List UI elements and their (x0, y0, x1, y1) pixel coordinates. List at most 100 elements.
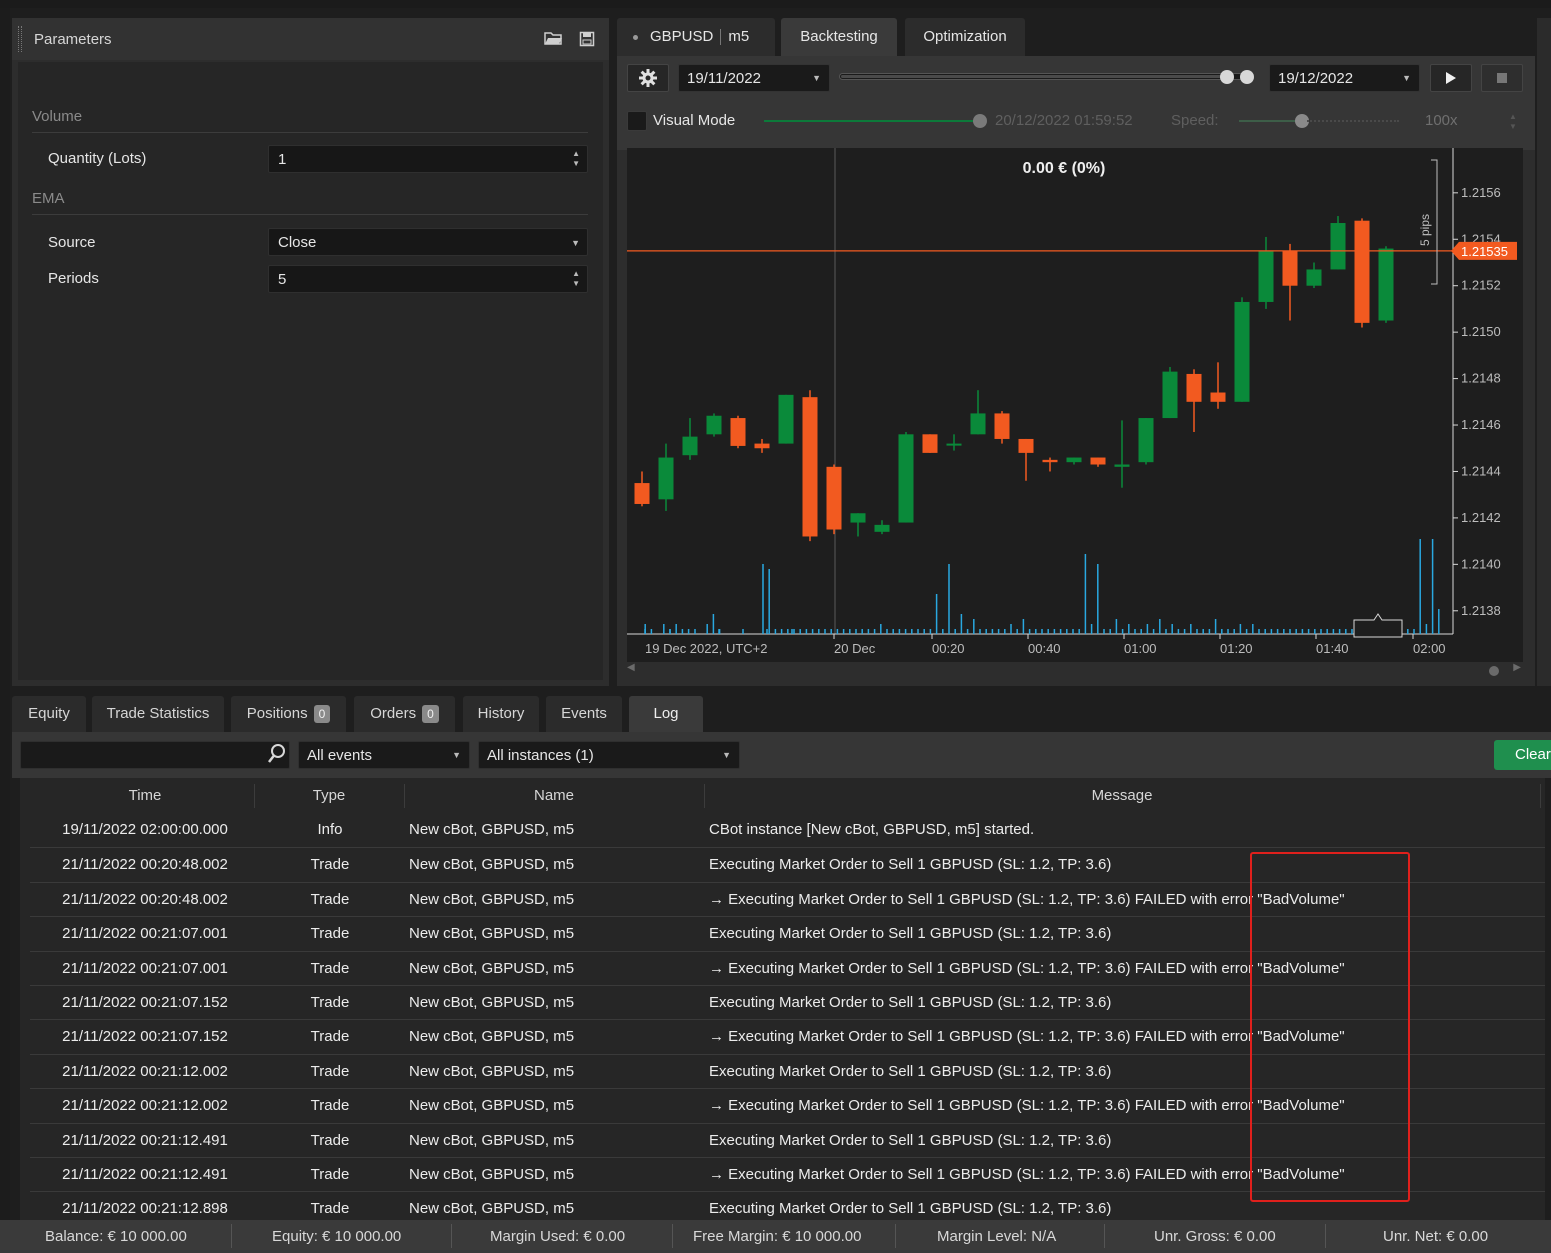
log-name-cell: New cBot, GBPUSD, m5 (409, 1166, 575, 1183)
source-label: Source (48, 234, 96, 251)
tab-trade-statistics[interactable]: Trade Statistics (92, 696, 224, 732)
table-row[interactable]: 21/11/2022 00:21:07.152 Trade New cBot, GB… (30, 1019, 1545, 1053)
log-type-cell: Trade (310, 1200, 350, 1218)
chevron-down-icon: ▼ (812, 73, 821, 83)
spinner-icon[interactable]: ▲ ▼ (572, 269, 580, 289)
price-chart[interactable]: 1.2156 1.2154 1.2152 1.2150 1.2148 1.2146 1.21… (627, 148, 1523, 674)
candle-body (1114, 464, 1130, 467)
log-message-cell: Executing Market Order to Sell 1 GBPUSD … (709, 1131, 1112, 1149)
tab-orders[interactable]: Orders 0 (354, 696, 455, 732)
table-row[interactable]: 21/11/2022 00:21:12.491 Trade New cBot, GB… (30, 1157, 1545, 1191)
table-row[interactable]: 21/11/2022 00:20:48.002 Trade New cBot, GB… (30, 847, 1545, 881)
candle-body (922, 434, 938, 453)
x-tick-label: 00:20 (932, 641, 965, 656)
drag-grip-icon[interactable] (18, 26, 22, 52)
stop-button[interactable] (1481, 64, 1523, 92)
log-message-cell: → Executing Market Order to Sell 1 GBPUS… (709, 1166, 1345, 1183)
log-type-cell: Trade (310, 994, 350, 1011)
candle-body (658, 457, 674, 500)
status-divider (451, 1224, 452, 1248)
spinner-icon[interactable]: ▲ ▼ (572, 149, 580, 169)
chart-horizontal-scrollbar[interactable]: ◀ ▶ (627, 662, 1523, 678)
periods-stepper[interactable]: 5 ▲ ▼ (268, 265, 588, 293)
speed-slider-track[interactable] (1239, 120, 1299, 122)
log-time-cell: 21/11/2022 00:21:07.001 (62, 959, 228, 977)
range-start-handle[interactable] (1220, 70, 1234, 84)
date-range-slider[interactable] (839, 73, 1253, 80)
column-divider[interactable] (1540, 784, 1541, 808)
source-select[interactable]: Close ▼ (268, 228, 588, 256)
scroll-right-icon[interactable]: ▶ (1513, 662, 1521, 673)
status-divider (1325, 1224, 1326, 1248)
range-end-handle[interactable] (1240, 70, 1254, 84)
y-tick-label: 1.2150 (1461, 324, 1501, 339)
log-name-cell: New cBot, GBPUSD, m5 (409, 890, 575, 908)
table-row[interactable]: 21/11/2022 00:21:07.001 Trade New cBot, GB… (30, 916, 1545, 950)
results-tabbar: Equity Trade Statistics Positions 0 Order… (12, 694, 1551, 732)
scroll-left-icon[interactable]: ◀ (627, 662, 635, 673)
visual-mode-checkbox[interactable] (627, 111, 647, 131)
candle-body (1210, 392, 1226, 402)
column-header-time[interactable]: Time (20, 787, 270, 804)
search-input[interactable] (20, 741, 290, 769)
candle-body (634, 483, 650, 504)
table-row[interactable]: 19/11/2022 02:00:00.000 Info New cBot, GBP… (30, 813, 1545, 847)
log-message-cell: Executing Market Order to Sell 1 GBPUSD … (709, 925, 1112, 943)
table-row[interactable]: 21/11/2022 00:21:12.002 Trade New cBot, GB… (30, 1088, 1545, 1122)
column-header-type[interactable]: Type (254, 787, 404, 804)
table-row[interactable]: 21/11/2022 00:21:12.898 Trade New cBot, GB… (30, 1191, 1545, 1220)
status-unr-gross: Unr. Gross: € 0.00 (1154, 1228, 1276, 1245)
log-table: Time Type Name Message 19/11/2022 02:00:… (20, 778, 1545, 1220)
table-row[interactable]: 21/11/2022 00:21:07.001 Trade New cBot, GB… (30, 950, 1545, 985)
speed-label: Speed: (1171, 112, 1219, 129)
quantity-label: Quantity (Lots) (48, 150, 147, 167)
column-header-message[interactable]: Message (704, 787, 1540, 804)
visual-current-time: 20/12/2022 01:59:52 (995, 112, 1133, 129)
tab-orders-label: Orders (370, 705, 417, 722)
visual-progress-handle[interactable] (973, 114, 987, 128)
candle-body (802, 397, 818, 537)
tab-symbol[interactable]: GBPUSD m5 (617, 18, 775, 56)
tab-optimization[interactable]: Optimization (905, 18, 1025, 56)
candle-body (1378, 248, 1394, 321)
tab-history[interactable]: History (463, 696, 539, 732)
spinner-icon: ▲ ▼ (1509, 112, 1517, 131)
quantity-stepper[interactable]: 1 ▲ ▼ (268, 145, 588, 173)
scroll-thumb[interactable] (1489, 666, 1499, 676)
instance-filter-select[interactable]: All instances (1) ▼ (478, 741, 740, 769)
playhead-marker[interactable] (1353, 613, 1403, 638)
tab-equity[interactable]: Equity (12, 696, 86, 732)
save-icon[interactable] (577, 31, 597, 47)
end-date-value: 19/12/2022 (1278, 70, 1354, 87)
tab-events[interactable]: Events (546, 696, 622, 732)
backtest-panel: GBPUSD m5 Backtesting Optimization 19/11/… (617, 18, 1535, 686)
tab-positions[interactable]: Positions 0 (231, 696, 346, 732)
end-date-picker[interactable]: 19/12/2022 ▼ (1269, 64, 1420, 92)
speed-slider-rest (1307, 120, 1399, 122)
table-row[interactable]: 21/11/2022 00:21:12.002 Trade New cBot, GB… (30, 1053, 1545, 1088)
visual-progress-track[interactable] (764, 120, 980, 122)
right-dock-edge (1537, 18, 1551, 686)
log-type-cell: Trade (310, 1028, 350, 1046)
table-row[interactable]: 21/11/2022 00:20:48.002 Trade New cBot, GB… (30, 881, 1545, 916)
log-message-cell: Executing Market Order to Sell 1 GBPUSD … (709, 994, 1112, 1011)
event-filter-select[interactable]: All events ▼ (298, 741, 470, 769)
log-name-cell: New cBot, GBPUSD, m5 (409, 856, 575, 874)
log-time-cell: 21/11/2022 00:20:48.002 (62, 856, 228, 874)
status-equity: Equity: € 10 000.00 (272, 1228, 402, 1245)
search-icon[interactable] (267, 743, 287, 767)
play-button[interactable] (1430, 64, 1472, 92)
tab-log[interactable]: Log (629, 696, 703, 732)
instance-filter-value: All instances (1) (487, 747, 594, 764)
table-row[interactable]: 21/11/2022 00:21:07.152 Trade New cBot, GB… (30, 985, 1545, 1019)
column-header-name[interactable]: Name (404, 787, 704, 804)
y-tick-label: 1.2146 (1461, 417, 1501, 432)
folder-icon[interactable] (543, 31, 563, 47)
clear-button[interactable]: Clear (1494, 740, 1551, 770)
table-row[interactable]: 21/11/2022 00:21:12.491 Trade New cBot, GB… (30, 1122, 1545, 1157)
settings-button[interactable] (627, 64, 669, 92)
x-tick-label: 20 Dec (834, 641, 876, 656)
start-date-picker[interactable]: 19/11/2022 ▼ (678, 64, 830, 92)
chevron-down-icon: ▼ (452, 750, 461, 760)
tab-backtesting[interactable]: Backtesting (781, 18, 897, 56)
